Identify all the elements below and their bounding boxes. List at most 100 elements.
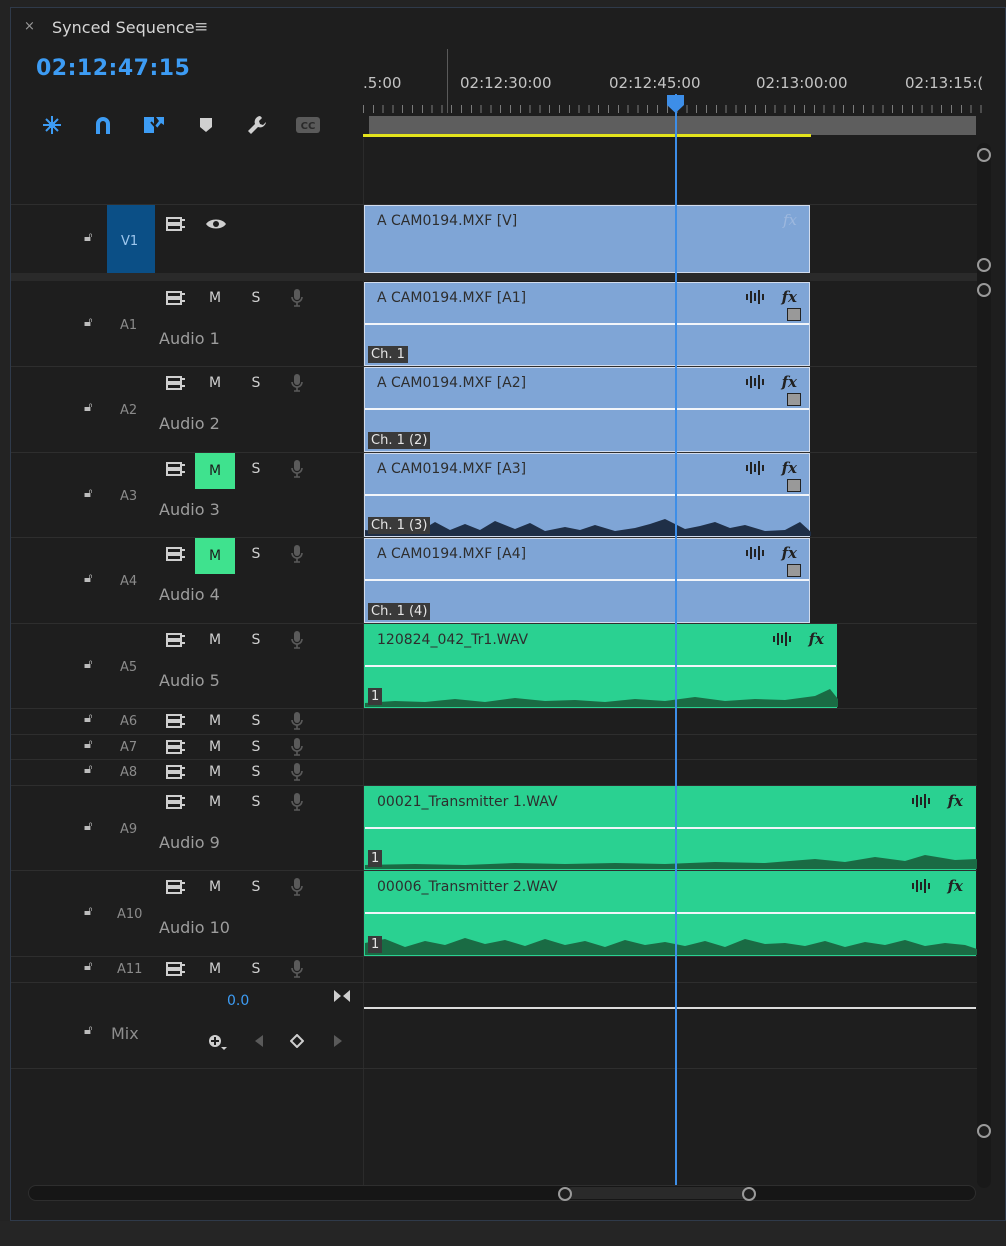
track-name[interactable]: Audio 4 (159, 585, 220, 604)
snap-magnet-icon[interactable] (88, 112, 118, 138)
voiceover-mic-icon[interactable] (283, 710, 311, 732)
sync-lock-icon[interactable] (162, 958, 190, 980)
bowtie-icon[interactable] (333, 988, 351, 1007)
lock-icon[interactable]: 🔓︎ (84, 571, 92, 586)
voiceover-mic-icon[interactable] (283, 629, 311, 651)
video-clip[interactable]: A CAM0194.MXF [V] fx (364, 205, 810, 273)
keyframe-toggle-icon[interactable] (787, 564, 801, 577)
voiceover-mic-icon[interactable] (283, 372, 311, 394)
track-name[interactable]: Audio 2 (159, 414, 220, 433)
track-target[interactable]: A3 (120, 489, 137, 504)
solo-button[interactable]: S (242, 543, 270, 565)
sync-lock-icon[interactable] (162, 876, 190, 898)
settings-wrench-icon[interactable] (242, 112, 272, 138)
track-name[interactable]: Audio 1 (159, 329, 220, 348)
track-target[interactable]: A9 (120, 822, 137, 837)
horizontal-scroll-thumb[interactable] (566, 1187, 750, 1199)
next-keyframe-icon[interactable] (333, 1033, 343, 1052)
mix-volume-line[interactable] (364, 1007, 976, 1009)
voiceover-mic-icon[interactable] (283, 876, 311, 898)
scroll-handle[interactable] (977, 283, 991, 297)
fx-icon[interactable]: fx (782, 544, 797, 562)
playhead-handle-icon[interactable] (667, 95, 684, 113)
sync-lock-icon[interactable] (162, 287, 190, 309)
sync-lock-icon[interactable] (162, 736, 190, 758)
audio-clip-a9[interactable]: 00021_Transmitter 1.WAV fx 1 (364, 786, 977, 870)
solo-button[interactable]: S (242, 458, 270, 480)
keyframe-toggle-icon[interactable] (787, 393, 801, 406)
vertical-scrollbar[interactable] (977, 143, 991, 1188)
fx-icon[interactable]: fx (948, 877, 963, 895)
playhead-timecode[interactable]: 02:12:47:15 (36, 56, 190, 81)
audio-clip-a4[interactable]: A CAM0194.MXF [A4] fx Ch. 1 (4) (364, 538, 810, 623)
zoom-handle-right[interactable] (742, 1187, 756, 1201)
mute-button[interactable]: M (201, 761, 229, 783)
solo-button[interactable]: S (242, 372, 270, 394)
keyframe-toggle-icon[interactable] (787, 308, 801, 321)
add-marker-icon[interactable] (191, 112, 221, 138)
solo-button[interactable]: S (242, 958, 270, 980)
mute-button[interactable]: M (195, 453, 235, 489)
audio-clip-a3[interactable]: A CAM0194.MXF [A3] fx Ch. 1 (3) (364, 453, 811, 537)
keyframe-toggle-icon[interactable] (787, 479, 801, 492)
audio-clip-a5[interactable]: 120824_042_Tr1.WAV fx 1 (364, 624, 838, 708)
add-keyframe-icon[interactable] (207, 1033, 227, 1055)
panel-menu-icon[interactable]: ≡ (194, 17, 208, 37)
fx-icon[interactable]: fx (782, 288, 797, 306)
mute-button[interactable]: M (201, 736, 229, 758)
solo-button[interactable]: S (242, 761, 270, 783)
lock-icon[interactable]: 🔓︎ (84, 657, 92, 672)
mute-button[interactable]: M (201, 876, 229, 898)
track-name[interactable]: Audio 3 (159, 500, 220, 519)
linked-selection-icon[interactable] (139, 112, 169, 138)
voiceover-mic-icon[interactable] (283, 736, 311, 758)
track-target[interactable]: A2 (120, 403, 137, 418)
scroll-handle[interactable] (977, 258, 991, 272)
lock-icon[interactable]: 🔓︎ (84, 904, 92, 919)
track-name[interactable]: Audio 9 (159, 833, 220, 852)
scroll-handle[interactable] (977, 148, 991, 162)
sync-lock-icon[interactable] (162, 791, 190, 813)
lock-icon[interactable]: 🔓︎ (84, 486, 92, 501)
lock-icon[interactable]: 🔓︎ (84, 230, 92, 245)
work-area-bar[interactable] (369, 116, 976, 135)
solo-button[interactable]: S (242, 629, 270, 651)
sync-lock-icon[interactable] (162, 761, 190, 783)
track-name[interactable]: Audio 5 (159, 671, 220, 690)
voiceover-mic-icon[interactable] (283, 458, 311, 480)
voiceover-mic-icon[interactable] (283, 958, 311, 980)
captions-icon[interactable]: CC (293, 112, 323, 138)
fx-icon[interactable]: fx (782, 373, 797, 391)
solo-button[interactable]: S (242, 736, 270, 758)
lock-icon[interactable]: 🔓︎ (84, 737, 92, 752)
prev-keyframe-icon[interactable] (254, 1033, 264, 1052)
audio-clip-a2[interactable]: A CAM0194.MXF [A2] fx Ch. 1 (2) (364, 367, 810, 452)
sequence-tab-title[interactable]: Synced Sequence (52, 18, 195, 37)
voiceover-mic-icon[interactable] (283, 287, 311, 309)
nest-toggle-icon[interactable] (37, 112, 67, 138)
sync-lock-icon[interactable] (162, 213, 190, 235)
sync-lock-icon[interactable] (162, 543, 190, 565)
lock-icon[interactable]: 🔓︎ (84, 819, 92, 834)
lock-icon[interactable]: 🔓︎ (84, 959, 92, 974)
solo-button[interactable]: S (242, 287, 270, 309)
mute-button[interactable]: M (201, 710, 229, 732)
sync-lock-icon[interactable] (162, 372, 190, 394)
sync-lock-icon[interactable] (162, 629, 190, 651)
sync-lock-icon[interactable] (162, 458, 190, 480)
lock-icon[interactable]: 🔓︎ (84, 315, 92, 330)
track-target[interactable]: A10 (117, 907, 142, 922)
playhead-line[interactable] (675, 94, 677, 1188)
lock-icon[interactable]: 🔓︎ (84, 1023, 92, 1038)
eye-visibility-icon[interactable] (202, 213, 230, 235)
mix-volume-value[interactable]: 0.0 (227, 993, 249, 1009)
track-name[interactable]: Audio 10 (159, 918, 230, 937)
voiceover-mic-icon[interactable] (283, 791, 311, 813)
track-target[interactable]: A6 (120, 714, 137, 729)
voiceover-mic-icon[interactable] (283, 543, 311, 565)
close-tab-icon[interactable]: × (24, 19, 35, 34)
track-target[interactable]: A1 (120, 318, 137, 333)
fx-icon[interactable]: fx (783, 211, 797, 229)
mute-button[interactable]: M (195, 538, 235, 574)
scroll-handle[interactable] (977, 1124, 991, 1138)
